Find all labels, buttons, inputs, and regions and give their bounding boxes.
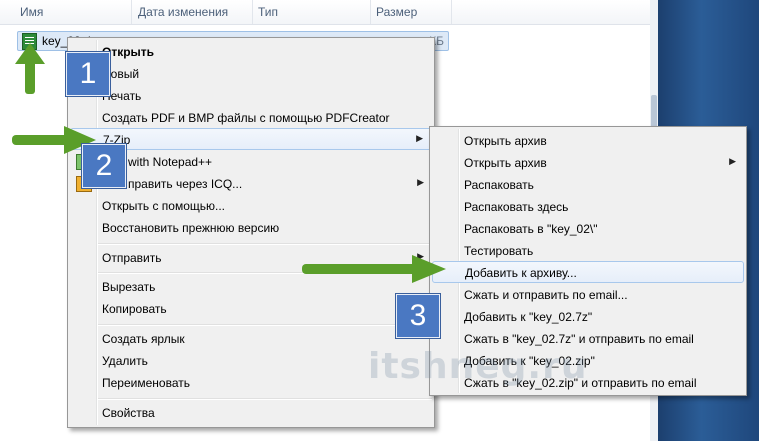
zip-test[interactable]: Тестировать <box>432 240 744 262</box>
zip-add-7z[interactable]: Добавить к "key_02.7z" <box>432 306 744 328</box>
column-name[interactable]: Имя <box>20 5 43 19</box>
menu-item-send-to[interactable]: Отправить ▶ <box>70 247 432 269</box>
column-date-modified[interactable]: Дата изменения <box>138 5 228 19</box>
zip-open-archive-submenu[interactable]: Открыть архив ▶ <box>432 152 744 174</box>
spreadsheet-file-icon <box>22 33 37 50</box>
menu-item-copy[interactable]: Копировать <box>70 298 432 320</box>
menu-item-open-with[interactable]: Открыть с помощью... <box>70 195 432 217</box>
menu-item-open[interactable]: Открыть <box>70 41 432 63</box>
zip-extract-here[interactable]: Распаковать здесь <box>432 196 744 218</box>
step-badge-2: 2 <box>82 144 126 188</box>
submenu-arrow-icon: ▶ <box>417 251 424 261</box>
submenu-arrow-icon: ▶ <box>416 133 423 143</box>
column-header: Имя Дата изменения Тип Размер <box>0 0 650 25</box>
submenu-arrow-icon: ▶ <box>729 156 736 166</box>
menu-item-print[interactable]: Печать <box>70 85 432 107</box>
zip-open-archive[interactable]: Открыть архив <box>432 130 744 152</box>
zip-extract-to-folder[interactable]: Распаковать в "key_02\" <box>432 218 744 240</box>
menu-item-cut[interactable]: Вырезать <box>70 276 432 298</box>
submenu-arrow-icon: ▶ <box>417 177 424 187</box>
zip-add-to-archive[interactable]: Добавить к архиву... <box>432 261 744 283</box>
zip-compress-email[interactable]: Сжать и отправить по email... <box>432 284 744 306</box>
column-size[interactable]: Размер <box>376 5 417 19</box>
zip-extract[interactable]: Распаковать <box>432 174 744 196</box>
step-badge-1: 1 <box>66 52 110 96</box>
menu-item-new[interactable]: Новый <box>70 63 432 85</box>
watermark-text: itshneg.ru <box>368 346 588 387</box>
column-type[interactable]: Тип <box>258 5 278 19</box>
menu-item-pdfcreator[interactable]: Создать PDF и BMP файлы с помощью PDFCre… <box>70 107 432 129</box>
menu-item-restore-version[interactable]: Восстановить прежнюю версию <box>70 217 432 239</box>
menu-item-properties[interactable]: Свойства <box>70 402 432 424</box>
step-badge-3: 3 <box>396 294 440 338</box>
